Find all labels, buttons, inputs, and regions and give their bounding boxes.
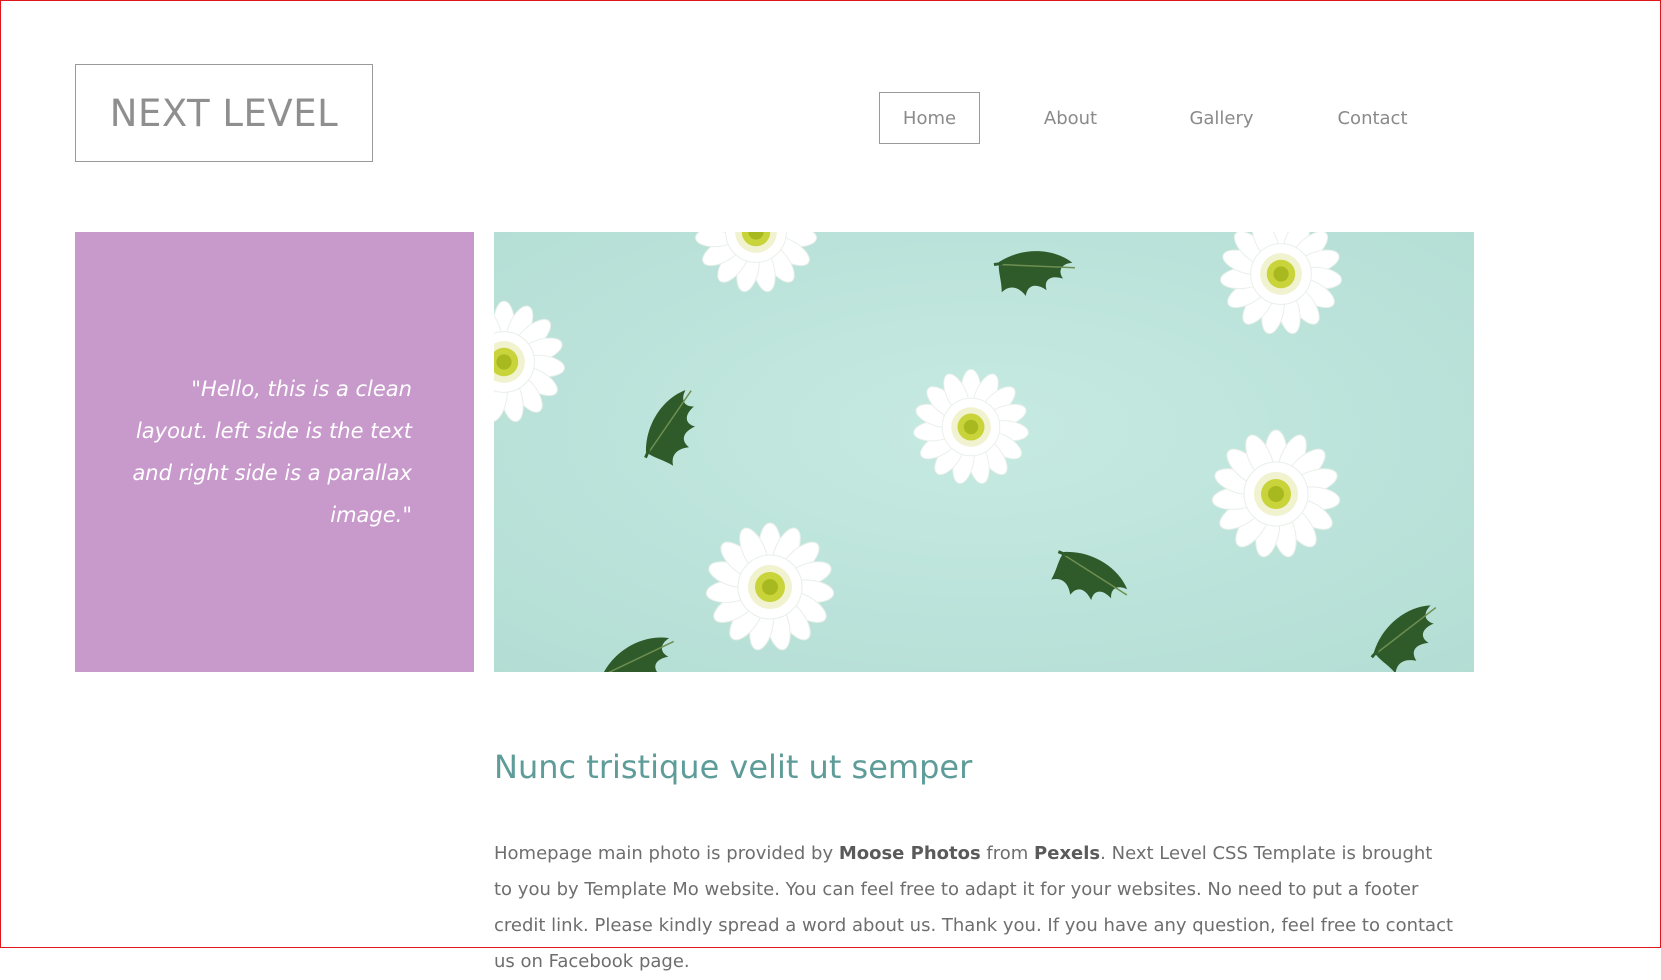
flowers-photo: [494, 232, 1474, 672]
site-logo[interactable]: NEXT LEVEL: [75, 64, 373, 162]
nav-contact[interactable]: Contact: [1322, 92, 1423, 144]
article-title: Nunc tristique velit ut semper: [494, 748, 973, 786]
nav-about[interactable]: About: [1020, 92, 1121, 144]
credit-pexels: Pexels: [1034, 843, 1101, 864]
article-body: Homepage main photo is provided by Moose…: [494, 836, 1454, 980]
body-text-1: Homepage main photo is provided by: [494, 843, 839, 864]
credit-moose-photos: Moose Photos: [838, 843, 981, 864]
nav-gallery[interactable]: Gallery: [1171, 92, 1272, 144]
quote-text: "Hello, this is a clean layout. left sid…: [132, 377, 412, 527]
body-text-2: from: [980, 843, 1035, 864]
hero-image: [494, 232, 1474, 672]
quote-panel: "Hello, this is a clean layout. left sid…: [75, 232, 474, 672]
nav-home[interactable]: Home: [879, 92, 980, 144]
